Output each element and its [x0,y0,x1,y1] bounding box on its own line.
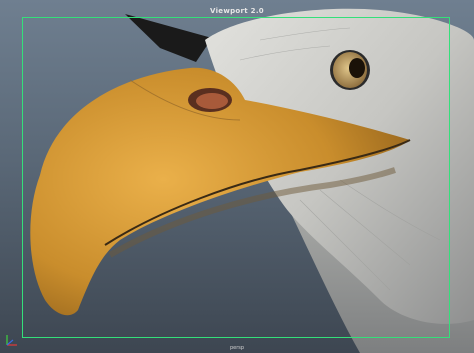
camera-label: persp [229,345,245,351]
viewport-panel[interactable]: Viewport 2.0 persp [0,0,474,353]
eagle-model [30,8,474,353]
dark-feather [125,14,212,62]
viewport-title: Viewport 2.0 [210,7,264,15]
